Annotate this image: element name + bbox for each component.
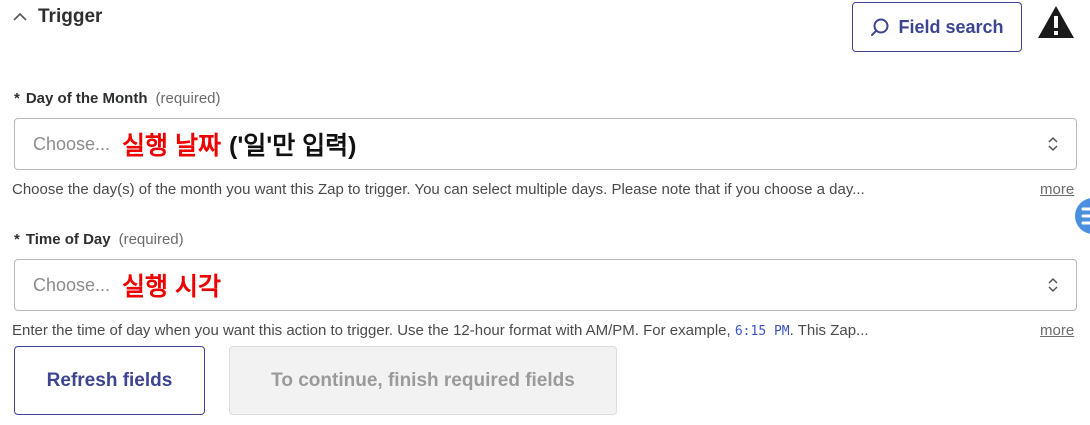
field-search-button[interactable]: Field search [852,2,1022,52]
annotation-text: 실행 날짜 [122,132,221,160]
updown-chevron-icon [1048,136,1058,152]
time-of-day-help: Enter the time of day when you want this… [12,322,869,339]
help-code: 6:15 PM [734,324,790,339]
select-placeholder: Choose... [33,133,111,154]
more-link[interactable]: more [1040,181,1074,198]
warning-icon[interactable] [1036,4,1076,40]
chevron-up-icon [13,12,27,21]
updown-chevron-icon [1048,277,1058,293]
required-marker: * [14,90,20,107]
help-text-before: Enter the time of day when you want this… [12,322,731,339]
section-title: Trigger [38,6,103,27]
field-search-label: Field search [898,16,1004,37]
more-link[interactable]: more [1040,322,1074,339]
day-of-month-help: Choose the day(s) of the month you want … [12,181,865,198]
link-icon[interactable] [1071,196,1090,236]
day-of-month-label: * Day of the Month (required) [14,90,221,107]
select-placeholder: Choose... [33,274,111,295]
help-text-after: . This Zap... [789,322,869,339]
required-text: (required) [155,90,221,107]
search-icon [871,18,889,36]
day-of-month-select[interactable]: Choose... 실행 날짜 ('일'만 입력) [14,118,1077,170]
refresh-fields-button[interactable]: Refresh fields [14,346,205,415]
field-label-text: Time of Day [25,231,111,248]
annotation-text: 실행 시각 [122,273,221,301]
continue-button[interactable]: To continue, finish required fields [229,346,617,415]
field-label-text: Day of the Month [25,90,148,107]
annotation-note: ('일'만 입력) [229,132,357,160]
required-text: (required) [118,231,184,248]
time-of-day-select[interactable]: Choose... 실행 시각 [14,259,1077,311]
time-of-day-label: * Time of Day (required) [14,231,184,248]
section-toggle-trigger[interactable]: Trigger [12,6,102,28]
required-marker: * [14,231,20,248]
